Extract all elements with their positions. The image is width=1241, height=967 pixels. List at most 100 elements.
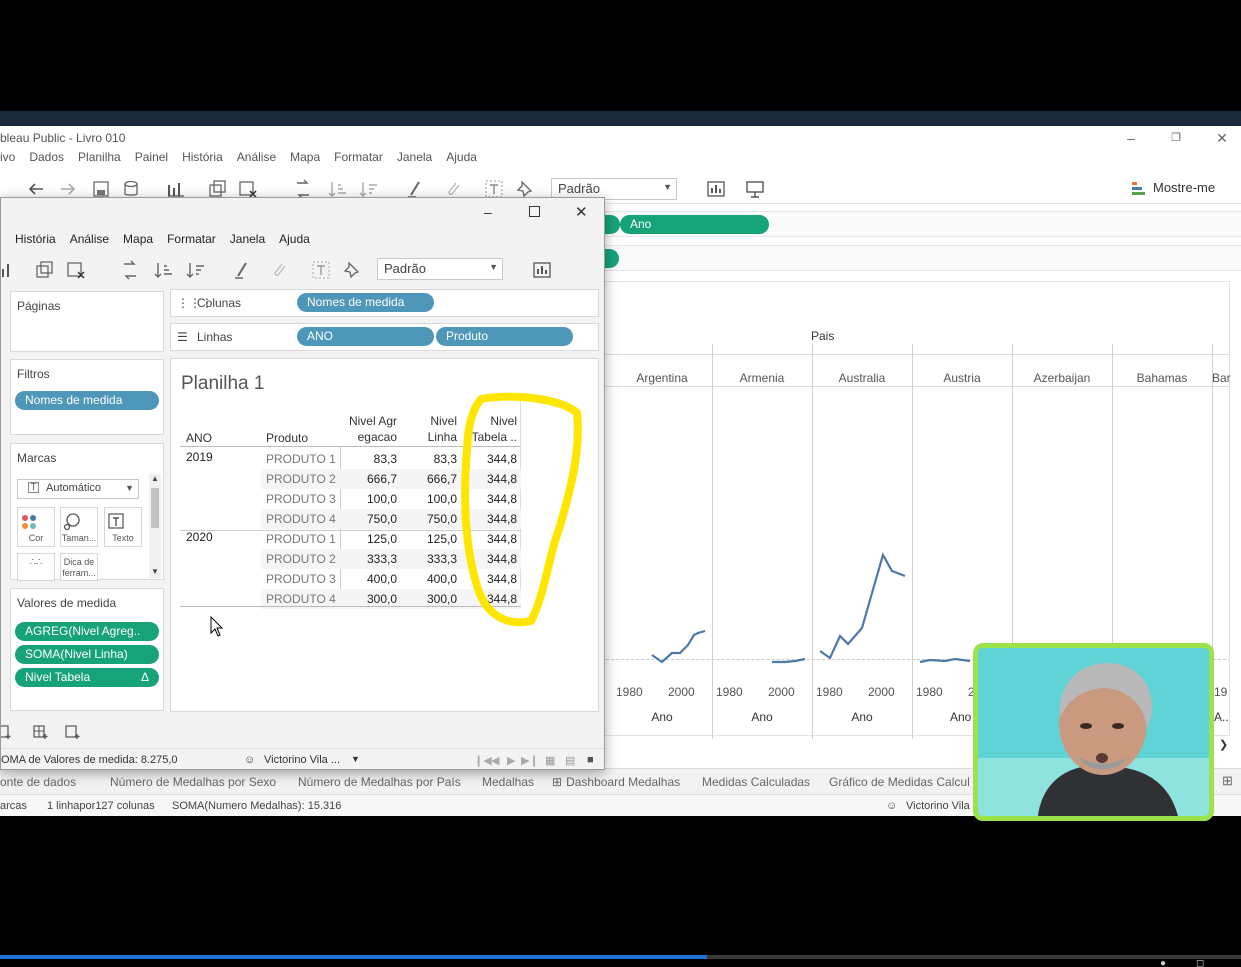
text-icon[interactable] xyxy=(484,179,504,199)
mostre-me-icon[interactable] xyxy=(1132,181,1146,197)
measure-pill-agreg[interactable]: AGREG(Nivel Agreg.. xyxy=(15,622,159,641)
text-tile[interactable]: Texto xyxy=(104,507,142,547)
sheet-tab[interactable]: Número de Medalhas por Sexo xyxy=(110,775,276,789)
sheet-tab[interactable]: ⊞ Dashboard Medalhas xyxy=(552,775,680,789)
menu-item[interactable]: Ajuda xyxy=(446,150,477,164)
scroll-down-icon[interactable]: ▼ xyxy=(151,567,159,576)
new-sheet-icon[interactable]: ⊞ xyxy=(1222,773,1233,789)
filters-card[interactable]: Filtros Nomes de medida xyxy=(10,359,164,435)
filter-pill-measure-names[interactable]: Nomes de medida xyxy=(15,391,159,410)
fullscreen-icon[interactable]: ◻ xyxy=(1196,958,1204,967)
duplicate-icon[interactable] xyxy=(35,260,55,280)
menu-item[interactable]: Ajuda xyxy=(279,232,310,246)
new-sheet-icon[interactable] xyxy=(166,179,186,199)
sort-desc-icon[interactable] xyxy=(186,260,206,280)
clear-icon[interactable] xyxy=(238,179,258,199)
duplicate-icon[interactable] xyxy=(208,179,228,199)
show-me-button[interactable]: Mostre-me xyxy=(1153,180,1215,195)
menu-item[interactable]: Dados xyxy=(29,150,64,164)
fit-dropdown[interactable]: Padrão ▼ xyxy=(377,258,503,280)
status-user[interactable]: Victorino Vila ... xyxy=(264,754,340,766)
menu-item[interactable]: Formatar xyxy=(334,150,383,164)
maximize-icon[interactable] xyxy=(529,206,540,217)
menu-item[interactable]: Mapa xyxy=(290,150,320,164)
columns-shelf[interactable]: ⋮⋮⋮ Colunas Nomes de medida xyxy=(170,289,599,317)
menu-item[interactable]: Análise xyxy=(237,150,276,164)
size-tile[interactable]: Taman... xyxy=(60,507,98,547)
sheet-tab[interactable]: onte de dados xyxy=(0,775,76,789)
new-datasource-icon[interactable] xyxy=(122,179,142,199)
swap-icon[interactable] xyxy=(120,260,140,280)
sheet-tab[interactable]: Medidas Calculadas xyxy=(702,775,810,789)
presentation-icon[interactable] xyxy=(745,179,765,199)
menu-item[interactable]: História xyxy=(15,232,56,246)
rows-pill-ano[interactable]: ANO xyxy=(297,327,434,346)
scroll-up-icon[interactable]: ▲ xyxy=(151,474,159,483)
status-user[interactable]: Victorino Vila xyxy=(906,800,970,812)
filmstrip-icon[interactable]: ▤ xyxy=(565,754,575,767)
close-icon[interactable]: ✕ xyxy=(575,203,588,221)
new-dashboard-icon[interactable] xyxy=(33,724,49,740)
menu-item[interactable]: História xyxy=(182,150,223,164)
scroll-right-icon[interactable]: ❯ xyxy=(1219,738,1228,751)
sheet-tab[interactable]: Número de Medalhas por País xyxy=(298,775,461,789)
video-progress-bar[interactable] xyxy=(0,955,1241,959)
chart-icon[interactable] xyxy=(706,179,726,199)
color-tile[interactable]: Cor xyxy=(17,507,55,547)
chart-icon[interactable] xyxy=(532,260,552,280)
marks-scrollbar[interactable]: ▲ ▼ xyxy=(149,474,161,578)
undo-icon[interactable] xyxy=(26,179,46,199)
sort-asc-icon[interactable] xyxy=(154,260,174,280)
detail-tile[interactable]: ∴∴ xyxy=(17,553,55,581)
scroll-thumb[interactable] xyxy=(151,488,159,528)
chevron-down-icon[interactable]: ▼ xyxy=(351,754,360,764)
rows-shelf[interactable]: ☰ Linhas ANO Produto xyxy=(170,323,599,351)
highlight-icon[interactable] xyxy=(232,260,252,280)
grid-view-icon[interactable]: ▦ xyxy=(545,754,555,767)
ano-pill[interactable]: Ano xyxy=(620,215,769,234)
new-story-icon[interactable] xyxy=(65,724,81,740)
close-icon[interactable]: ✕ xyxy=(1207,128,1237,148)
prev-sheet-icon[interactable]: ◀ xyxy=(491,754,499,767)
menu-item[interactable]: Planilha xyxy=(78,150,121,164)
menu-item[interactable]: Análise xyxy=(70,232,109,246)
measure-pill-nivel-tabela[interactable]: Nivel Tabela Δ xyxy=(15,668,159,687)
next-sheet-icon[interactable]: ▶ xyxy=(507,754,515,767)
measure-pill-soma[interactable]: SOMA(Nivel Linha) xyxy=(15,645,159,664)
sort-asc-icon[interactable] xyxy=(328,179,348,199)
restore-icon[interactable]: ❐ xyxy=(1161,128,1191,148)
last-sheet-icon[interactable]: ▶❙ xyxy=(521,754,539,767)
new-sheet-icon[interactable] xyxy=(0,260,15,280)
save-icon[interactable] xyxy=(91,179,111,199)
menu-item[interactable]: Formatar xyxy=(167,232,216,246)
pin-icon[interactable] xyxy=(341,260,361,280)
main-rows-shelf[interactable] xyxy=(588,245,1241,271)
clear-icon[interactable] xyxy=(66,260,86,280)
tooltip-tile[interactable]: Dica de ferram... xyxy=(60,553,98,581)
menu-item[interactable]: Janela xyxy=(397,150,432,164)
attach-icon[interactable] xyxy=(269,260,289,280)
mark-type-dropdown[interactable]: T Automático ▼ xyxy=(17,479,139,499)
main-columns-shelf[interactable]: Ano xyxy=(588,211,1241,237)
first-sheet-icon[interactable]: ❙◀ xyxy=(474,754,492,767)
sheet-tab[interactable]: Medalhas xyxy=(482,775,534,789)
player-control-icon[interactable]: ● xyxy=(1160,958,1166,967)
menu-item[interactable]: Painel xyxy=(135,150,168,164)
tab-view-icon[interactable]: ■ xyxy=(587,754,594,766)
menu-item[interactable]: ivo xyxy=(0,150,15,164)
attach-icon[interactable] xyxy=(443,179,463,199)
minimize-icon[interactable]: – xyxy=(1116,128,1146,148)
minimize-icon[interactable]: – xyxy=(484,204,492,220)
redo-icon[interactable] xyxy=(58,179,78,199)
swap-icon[interactable] xyxy=(293,179,313,199)
sheet-tab[interactable]: Gráfico de Medidas Calcul xyxy=(829,775,970,789)
menu-item[interactable]: Janela xyxy=(230,232,265,246)
columns-pill[interactable]: Nomes de medida xyxy=(297,293,434,312)
pages-card[interactable]: Páginas xyxy=(10,291,164,352)
new-datasource-icon[interactable] xyxy=(0,724,13,740)
sort-desc-icon[interactable] xyxy=(359,179,379,199)
menu-item[interactable]: Mapa xyxy=(123,232,153,246)
text-icon[interactable] xyxy=(311,260,331,280)
highlight-icon[interactable] xyxy=(405,179,425,199)
rows-pill-produto[interactable]: Produto xyxy=(436,327,573,346)
